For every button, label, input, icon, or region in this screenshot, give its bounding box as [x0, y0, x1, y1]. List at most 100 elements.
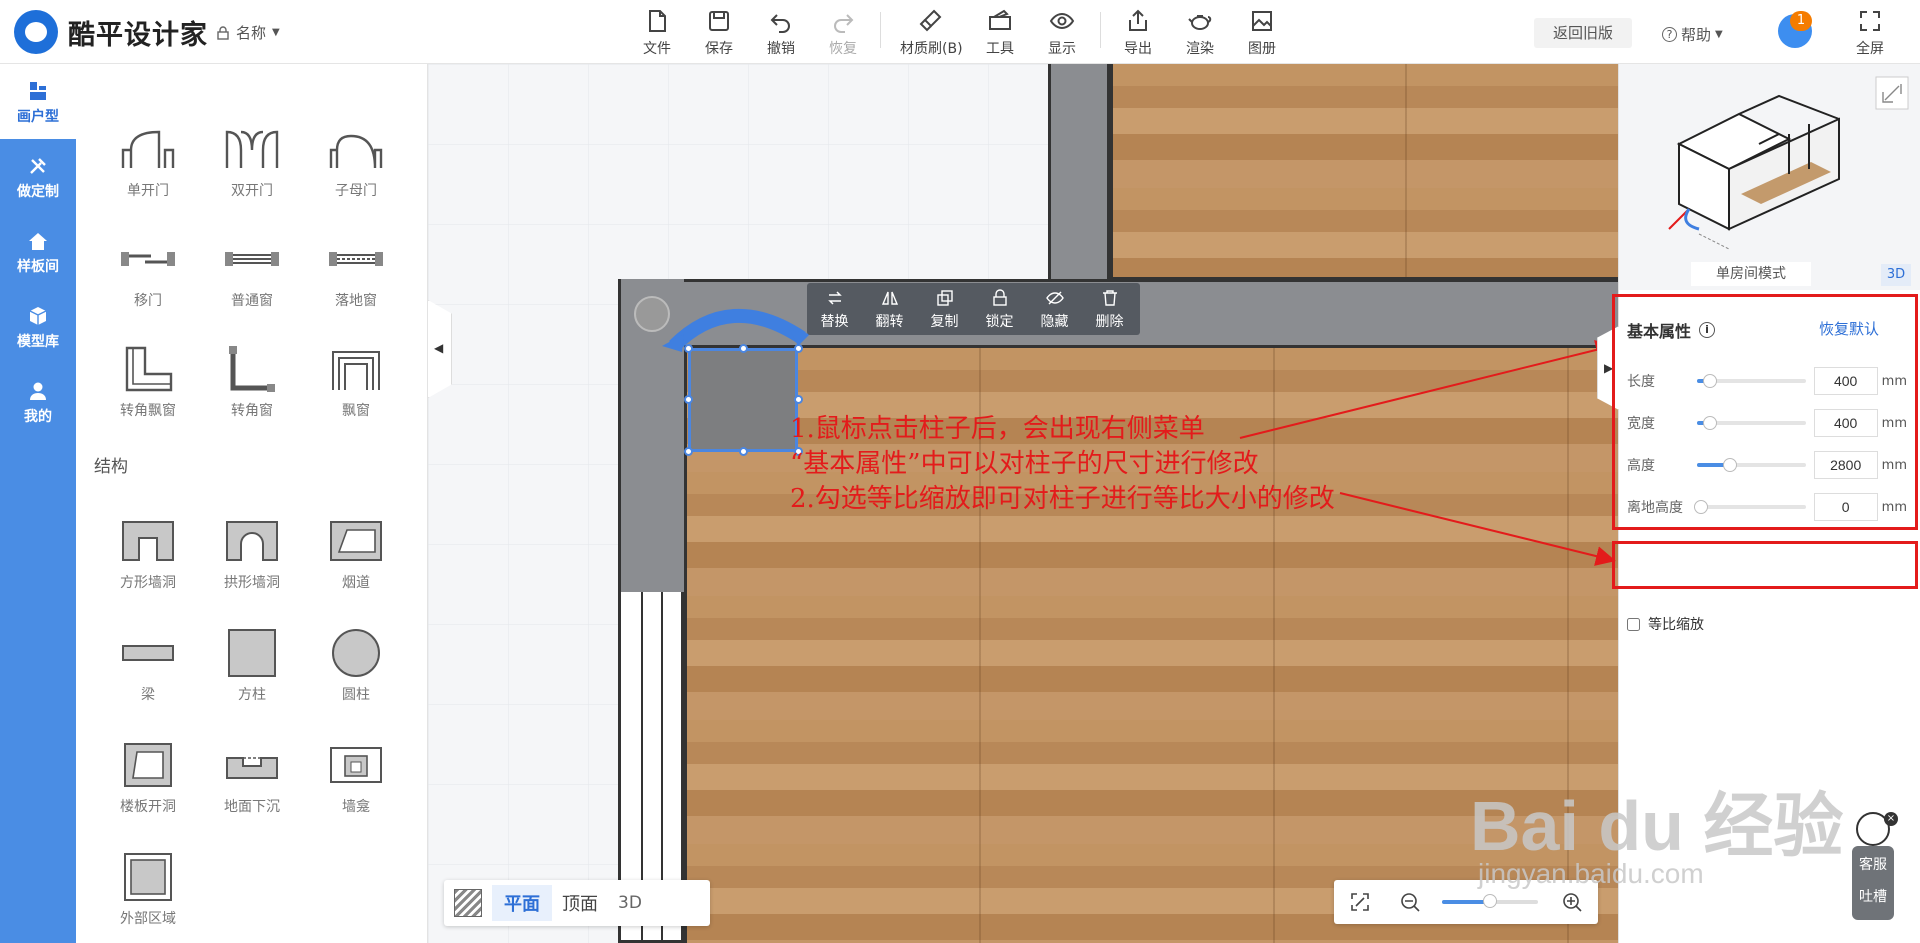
project-name-dropdown[interactable]: 名称 ▼ [216, 22, 280, 43]
beam-icon [122, 645, 174, 661]
rotate-handle-icon[interactable] [660, 294, 820, 354]
column-context-toolbar: 替换 翻转 复制 锁定 隐藏 删除 [807, 283, 1140, 335]
expand-preview-icon[interactable] [1875, 76, 1909, 110]
3d-badge[interactable]: 3D [1881, 264, 1911, 286]
replace-button[interactable]: 替换 [807, 283, 862, 335]
display-button[interactable]: 显示 [1034, 4, 1090, 60]
nav-item-custom[interactable]: 做定制 [0, 139, 76, 214]
left-nav: 画户型 做定制 样板间 模型库 我的 [0, 64, 76, 943]
redo-button[interactable]: 恢复 [815, 4, 871, 60]
notification-badge: 1 [1790, 11, 1812, 31]
resize-handle[interactable] [684, 395, 693, 404]
zoom-in-icon[interactable] [1562, 892, 1582, 912]
outer-area-item[interactable]: 外部区域 [103, 852, 193, 928]
nav-item-showroom[interactable]: 样板间 [0, 214, 76, 289]
floor-material-button[interactable] [454, 889, 482, 917]
user-icon [30, 382, 46, 400]
resize-handle[interactable] [794, 395, 803, 404]
highlight-basic-props [1612, 294, 1918, 530]
single-door-item[interactable]: 单开门 [103, 124, 193, 200]
zoom-slider-knob[interactable] [1483, 894, 1497, 908]
nav-item-model-library[interactable]: 模型库 [0, 289, 76, 364]
render-button[interactable]: 渲染 [1172, 4, 1228, 60]
bay-window-item[interactable]: 飘窗 [311, 344, 401, 420]
tools-button[interactable]: 工具 [972, 4, 1028, 60]
beam-item[interactable]: 梁 [103, 628, 193, 704]
toolbar-divider [1100, 12, 1101, 48]
help-dropdown[interactable]: ? 帮助 ▼ [1662, 24, 1723, 45]
old-version-button[interactable]: 返回旧版 [1534, 18, 1632, 48]
view-mode-3d[interactable]: 3D [608, 888, 652, 918]
round-column-item[interactable]: 圆柱 [311, 628, 401, 704]
nav-item-floorplan[interactable]: 画户型 [0, 64, 76, 139]
export-icon [1129, 9, 1147, 31]
mother-son-door-icon [329, 134, 383, 169]
close-icon[interactable]: × [1884, 812, 1898, 826]
square-opening-item[interactable]: 方形墙洞 [103, 516, 193, 592]
annotation-line: 2.勾选等比缩放即可对柱子进行等比大小的修改 [790, 484, 1335, 514]
lock-icon [217, 25, 229, 40]
service-label: 客服 [1859, 857, 1887, 873]
zoom-slider[interactable] [1442, 894, 1538, 908]
lock-button[interactable]: 锁定 [972, 283, 1027, 335]
watermark: Bai du 经验 [1470, 787, 1844, 865]
teapot-icon [1188, 15, 1212, 30]
corner-window-item[interactable]: 转角窗 [207, 344, 297, 420]
hide-button[interactable]: 隐藏 [1027, 283, 1082, 335]
floor-room-top[interactable] [1110, 64, 1618, 280]
fullscreen-button[interactable]: 全屏 [1842, 4, 1898, 60]
wall-vertical-top[interactable] [1048, 64, 1110, 282]
corner-bay-window-icon [125, 346, 173, 392]
undo-button[interactable]: 撤销 [753, 4, 809, 60]
wrench-icon [30, 158, 46, 174]
collapse-palette-button[interactable]: ◀ [428, 300, 452, 398]
customer-service-button[interactable]: 客服 吐槽 [1852, 846, 1894, 920]
proportional-scale-checkbox[interactable] [1627, 617, 1640, 631]
arch-opening-icon [226, 521, 278, 561]
resize-handle[interactable] [684, 447, 693, 456]
window-icon [225, 252, 279, 266]
floor-window-item[interactable]: 落地窗 [311, 234, 401, 310]
selected-column[interactable] [688, 348, 798, 452]
material-brush-button[interactable]: 材质刷(B) [900, 4, 963, 60]
file-button[interactable]: 文件 [629, 4, 685, 60]
view-mode-bar: 平面 顶面 3D [444, 880, 710, 926]
album-button[interactable]: 图册 [1234, 4, 1290, 60]
view-mode-top[interactable]: 顶面 [552, 885, 608, 921]
sliding-door-item[interactable]: 移门 [103, 234, 193, 310]
proportional-scale-row[interactable]: 等比缩放 [1627, 614, 1704, 634]
floor-opening-item[interactable]: 楼板开洞 [103, 740, 193, 816]
zoom-out-icon[interactable] [1400, 892, 1420, 912]
swap-icon [827, 291, 842, 305]
mother-son-door-item[interactable]: 子母门 [311, 124, 401, 200]
flue-item[interactable]: 烟道 [311, 516, 401, 592]
square-column-item[interactable]: 方柱 [207, 628, 297, 704]
logo[interactable]: 酷平设计家 [14, 8, 208, 56]
corner-bay-window-item[interactable]: 转角飘窗 [103, 344, 193, 420]
snap-circle[interactable] [634, 296, 670, 332]
trash-icon [1102, 290, 1117, 306]
tutorial-annotation: 1.鼠标点击柱子后，会出现右侧菜单 “基本属性”中可以对柱子的尺寸进行修改 2.… [790, 412, 1335, 517]
structure-section-title: 结构 [94, 457, 128, 477]
normal-window-item[interactable]: 普通窗 [207, 234, 297, 310]
arch-opening-item[interactable]: 拱形墙洞 [207, 516, 297, 592]
delete-button[interactable]: 删除 [1082, 283, 1137, 335]
resize-handle[interactable] [739, 447, 748, 456]
logo-text: 酷平设计家 [68, 19, 208, 51]
copy-button[interactable]: 复制 [917, 283, 972, 335]
view-mode-plan[interactable]: 平面 [492, 885, 552, 921]
3d-preview[interactable]: 单房间模式 3D [1619, 64, 1920, 290]
round-column-icon [332, 629, 380, 677]
export-button[interactable]: 导出 [1110, 4, 1166, 60]
save-icon [709, 11, 729, 31]
nav-item-mine[interactable]: 我的 [0, 364, 76, 439]
floorplan-icon [30, 82, 46, 100]
wall-niche-item[interactable]: 墙龛 [311, 740, 401, 816]
floor-sunken-item[interactable]: 地面下沉 [207, 740, 297, 816]
flip-button[interactable]: 翻转 [862, 283, 917, 335]
fit-view-icon[interactable] [1350, 892, 1370, 912]
save-button[interactable]: 保存 [691, 4, 747, 60]
room-mode-label[interactable]: 单房间模式 [1691, 262, 1811, 286]
double-door-item[interactable]: 双开门 [207, 124, 297, 200]
eye-off-icon [1045, 291, 1064, 305]
